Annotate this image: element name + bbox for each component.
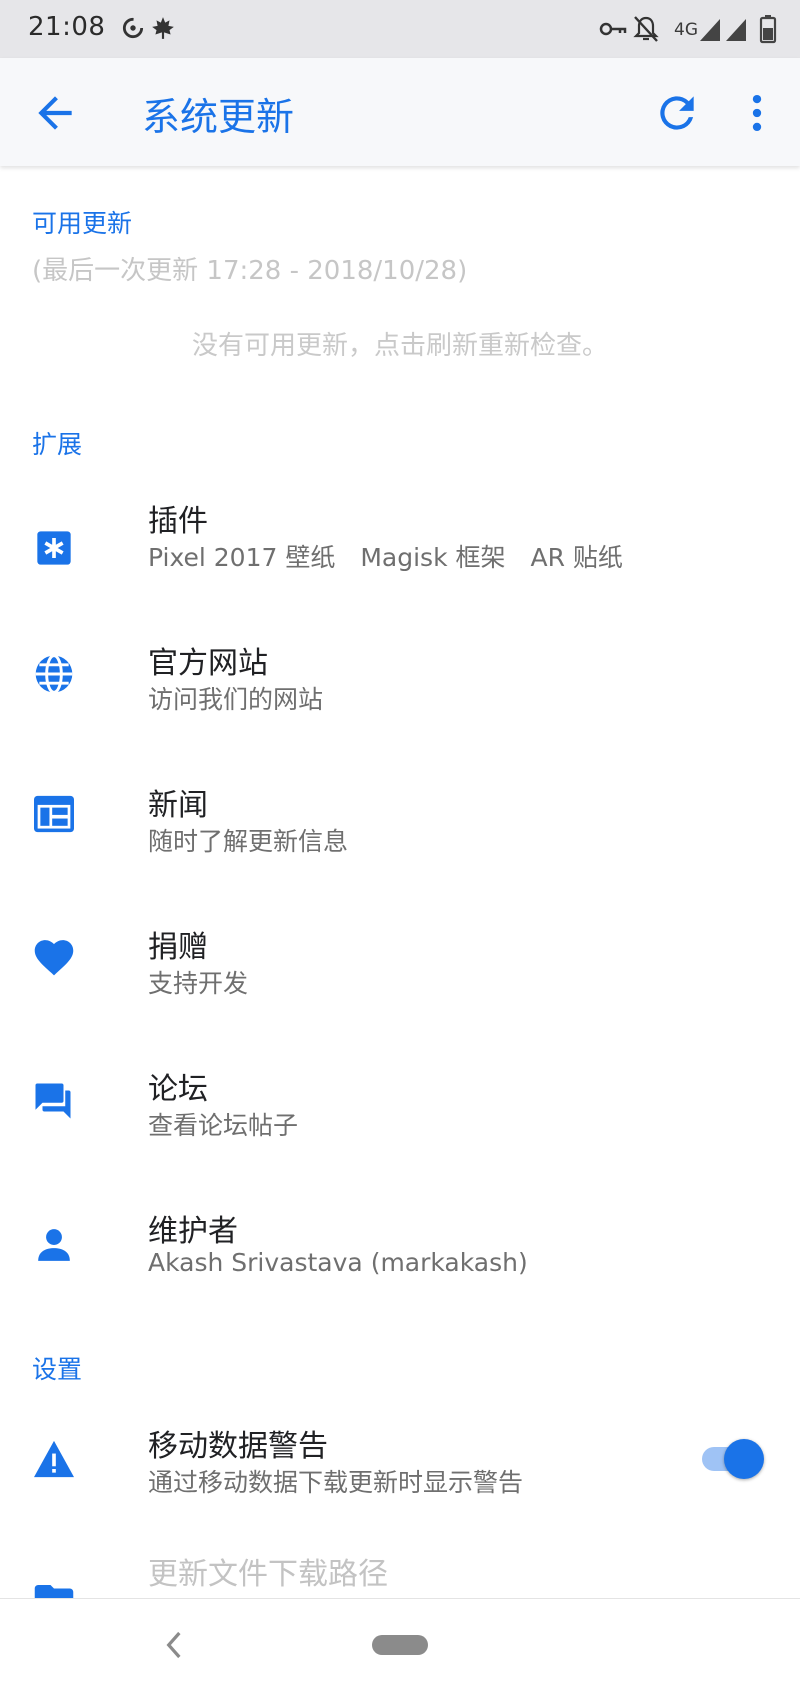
item-subtitle: 支持开发	[148, 969, 249, 998]
status-bar: 21:08 4G	[0, 0, 800, 58]
nav-home-button[interactable]	[372, 1635, 428, 1655]
last-update-text: (最后一次更新 17:28 - 2018/10/28)	[32, 256, 468, 286]
person-icon	[38, 1229, 70, 1261]
nav-back-button[interactable]	[160, 1629, 188, 1661]
item-title: 官方网站	[148, 646, 268, 681]
addon-icon	[37, 531, 71, 565]
item-subtitle: Pixel 2017 壁纸 Magisk 框架 AR 贴纸	[148, 543, 623, 572]
section-header-available-updates: 可用更新	[32, 209, 133, 238]
list-item-download-path[interactable]: 更新文件下载路径	[0, 1537, 800, 1598]
maple-leaf-icon	[152, 17, 174, 39]
status-time: 21:08	[28, 12, 106, 42]
notifications-off-icon	[633, 16, 659, 42]
globe-icon	[35, 654, 73, 694]
news-icon	[34, 795, 74, 833]
list-item-website[interactable]: 官方网站 访问我们的网站	[0, 612, 800, 742]
item-title: 捐赠	[148, 930, 208, 965]
list-item-addons[interactable]: 插件 Pixel 2017 壁纸 Magisk 框架 AR 贴纸	[0, 470, 800, 600]
section-header-settings: 设置	[32, 1355, 83, 1384]
item-subtitle: 查看论坛帖子	[148, 1111, 299, 1140]
item-title: 插件	[148, 504, 208, 539]
network-type-label: 4G	[674, 20, 698, 40]
item-subtitle: Akash Srivastava (markakash)	[148, 1248, 528, 1277]
list-item-forum[interactable]: 论坛 查看论坛帖子	[0, 1038, 800, 1168]
list-item-maintainer[interactable]: 维护者 Akash Srivastava (markakash)	[0, 1180, 800, 1310]
battery-icon	[759, 15, 777, 44]
vpn-key-icon	[599, 22, 627, 36]
item-title: 维护者	[148, 1214, 238, 1249]
more-options-button[interactable]	[740, 88, 774, 138]
page-title: 系统更新	[142, 95, 295, 139]
back-button[interactable]	[30, 88, 80, 138]
no-update-message: 没有可用更新，点击刷新重新检查。	[191, 331, 608, 361]
mobile-data-warning-toggle[interactable]	[698, 1437, 764, 1481]
item-subtitle: 随时了解更新信息	[148, 827, 349, 856]
forum-icon	[35, 1083, 71, 1119]
folder-icon	[34, 1585, 74, 1598]
signal-icon	[726, 19, 746, 41]
item-title: 移动数据警告	[148, 1429, 328, 1464]
refresh-button[interactable]	[652, 88, 702, 138]
section-header-extensions: 扩展	[32, 430, 83, 459]
item-subtitle: 通过移动数据下载更新时显示警告	[148, 1468, 524, 1497]
item-title: 论坛	[148, 1072, 208, 1107]
item-subtitle: 访问我们的网站	[148, 685, 324, 714]
heart-icon	[34, 940, 74, 976]
navigation-bar	[0, 1598, 800, 1691]
toggle-thumb	[724, 1439, 764, 1479]
list-item-news[interactable]: 新闻 随时了解更新信息	[0, 754, 800, 884]
signal-icon	[700, 19, 720, 41]
app-bar: 系统更新	[0, 58, 800, 166]
warning-icon	[34, 1440, 74, 1478]
list-item-mobile-data-warning[interactable]: 移动数据警告 通过移动数据下载更新时显示警告	[0, 1395, 800, 1525]
list-item-donate[interactable]: 捐赠 支持开发	[0, 896, 800, 1026]
item-title: 更新文件下载路径	[148, 1557, 388, 1592]
item-title: 新闻	[148, 788, 208, 823]
data-saver-icon	[122, 17, 144, 39]
